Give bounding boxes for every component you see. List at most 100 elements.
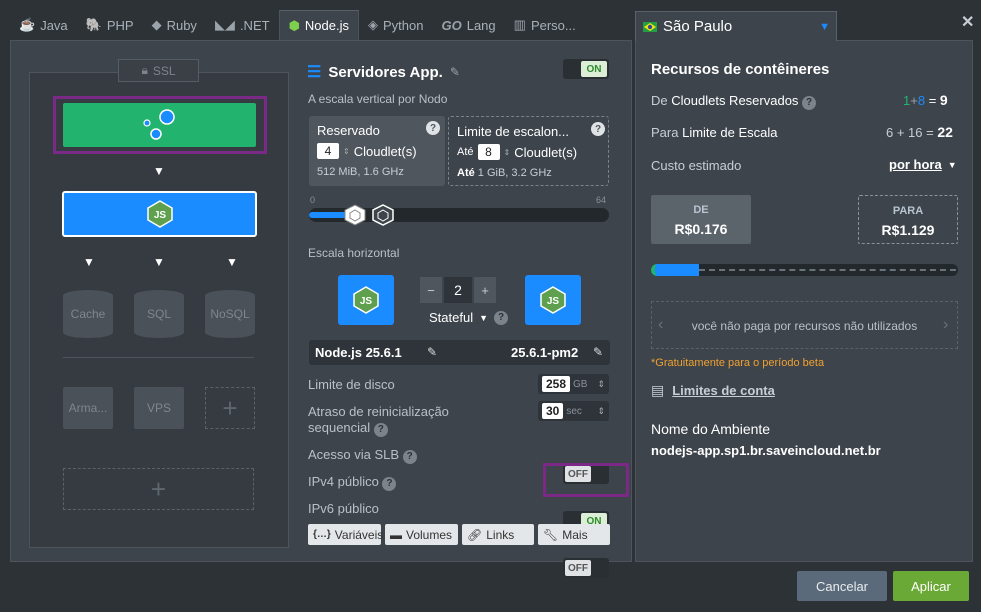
account-limits-link[interactable]: ▤ Limites de conta [651, 382, 775, 399]
link-icon: 🔗︎ [467, 527, 483, 542]
chevron-right-icon[interactable]: › [943, 316, 948, 334]
arrow-down-icon: ▼ [226, 255, 238, 269]
braces-icon: {…} [313, 529, 331, 540]
reserved-handle[interactable] [343, 204, 367, 229]
layer-toggle[interactable]: ON [563, 59, 609, 79]
edit-icon[interactable]: ✎ [427, 345, 437, 359]
stepper-icon[interactable]: ⇕ [597, 379, 605, 390]
stepper-icon[interactable]: ⇕ [504, 148, 511, 157]
cost-note-box: ‹ você não paga por recursos não utiliza… [651, 301, 958, 349]
engine-row: Node.js 25.6.1 ✎ 25.6.1-pm2 ✎ [309, 340, 610, 365]
tab-ruby[interactable]: ◆ Ruby [143, 10, 206, 40]
cost-from-box: DE R$0.176 [651, 195, 751, 244]
disk-limit-label: Limite de disco [308, 377, 395, 392]
cancel-button[interactable]: Cancelar [797, 571, 887, 601]
help-icon[interactable]: ? [802, 95, 817, 110]
links-button[interactable]: 🔗︎ Links [462, 524, 534, 545]
reserved-cloudlets-input[interactable]: 4 [317, 143, 339, 159]
stepper-icon[interactable]: ⇕ [343, 147, 350, 156]
add-node-button[interactable]: + [205, 387, 255, 429]
svg-text:JS: JS [547, 296, 560, 307]
plus-icon: + [222, 392, 238, 423]
sql-node[interactable]: SQL [134, 290, 184, 338]
scaling-limit-label: Para Limite de Escala [651, 125, 778, 140]
stepper-icon[interactable]: ⇕ [597, 406, 605, 417]
arrow-down-icon: ▼ [153, 164, 165, 178]
help-icon[interactable]: ? [373, 423, 388, 437]
more-button[interactable]: 🔧︎ Mais [538, 524, 610, 545]
engine-version: Node.js 25.6.1 [315, 345, 402, 360]
ipv6-toggle[interactable]: OFF [563, 558, 609, 578]
node-instance[interactable]: JS [525, 275, 581, 325]
vps-node[interactable]: VPS [134, 387, 184, 429]
svg-text:JS: JS [360, 296, 373, 307]
env-name-value: nodejs-app.sp1.br.saveincloud.net.br [651, 443, 881, 458]
env-name-label: Nome do Ambiente [651, 421, 771, 437]
folder-icon: ▬ [390, 527, 402, 542]
help-icon[interactable]: ? [494, 310, 509, 325]
lock-icon: 🔒︎ [141, 63, 148, 77]
wrench-icon: 🔧︎ [543, 527, 559, 542]
tab-python[interactable]: ◈ Python [359, 10, 432, 40]
python-icon: ◈ [368, 17, 378, 32]
balancer-layer[interactable] [63, 103, 256, 147]
volumes-button[interactable]: ▬ Volumes [385, 524, 458, 545]
edit-icon[interactable]: ✎ [593, 345, 603, 359]
restart-delay-input[interactable]: 30 [542, 403, 564, 419]
limit-handle[interactable] [371, 204, 395, 229]
arrow-down-icon: ▼ [153, 255, 165, 269]
help-icon[interactable]: ? [402, 449, 417, 464]
mode-dropdown[interactable]: Stateful ▼ ? [429, 310, 509, 325]
go-icon: GO [441, 17, 462, 33]
caret-down-icon: ▼ [479, 312, 489, 323]
edit-icon[interactable]: ✎ [450, 65, 460, 79]
cost-period-dropdown[interactable]: por hora ▼ [889, 157, 957, 172]
tab-php[interactable]: 🐘 PHP [77, 10, 143, 40]
bubbles-icon [143, 109, 175, 140]
storage-node[interactable]: Arma... [63, 387, 113, 429]
dotnet-icon: ◣◢ [214, 17, 235, 32]
ipv4-label: IPv4 público ? [308, 474, 397, 491]
nodejs-icon: JS [146, 200, 173, 228]
limit-cloudlets-input[interactable]: 8 [477, 144, 500, 160]
ipv4-highlight [543, 463, 629, 497]
scaling-limit-box: Limite de escalon... ? Até 8 ⇕ Cloudlet(… [448, 116, 609, 186]
slb-label: Acesso via SLB ? [308, 447, 417, 464]
tab-go[interactable]: GO Lang [432, 10, 504, 40]
section-title: Servidores App. [328, 63, 443, 81]
hexagon-handle-icon [344, 204, 366, 226]
disk-limit-field: 258 GB ⇕ [538, 374, 609, 394]
menu-icon: ☰ [307, 64, 322, 81]
node-instance[interactable]: JS [338, 275, 394, 325]
cost-range-fill [651, 264, 699, 276]
java-icon: ☕ [19, 17, 36, 32]
divider [63, 357, 254, 358]
brazil-flag-icon [643, 21, 657, 32]
cost-to-value: R$1.129 [881, 222, 935, 238]
tab-nodejs[interactable]: ⬢ Node.js [278, 10, 359, 40]
ssl-button[interactable]: 🔒︎ SSL [118, 59, 199, 82]
help-icon[interactable]: ? [426, 121, 440, 135]
nodejs-icon: JS [540, 286, 566, 314]
help-icon[interactable]: ? [382, 476, 397, 491]
nodejs-layer[interactable]: JS [62, 191, 257, 237]
node-count-stepper: − 2 + [420, 277, 496, 303]
cache-node[interactable]: Cache [63, 290, 113, 338]
add-layer-button[interactable]: + [63, 468, 254, 510]
caret-down-icon: ▼ [819, 20, 830, 33]
increment-button[interactable]: + [474, 277, 496, 303]
decrement-button[interactable]: − [420, 277, 442, 303]
tab-custom[interactable]: ▥ Perso... [505, 10, 585, 40]
tab-dotnet[interactable]: ◣◢ .NET [206, 10, 279, 40]
variables-button[interactable]: {…} Variáveis [308, 524, 383, 545]
close-icon[interactable]: ✕ [961, 12, 974, 32]
cost-from-value: R$0.176 [674, 221, 728, 237]
caret-down-icon: ▼ [947, 159, 957, 170]
apply-button[interactable]: Aplicar [893, 571, 969, 601]
tab-java[interactable]: ☕ Java [10, 10, 77, 40]
region-selector[interactable]: São Paulo ▼ [635, 11, 837, 41]
node-count-input[interactable]: 2 [444, 277, 472, 303]
help-icon[interactable]: ? [591, 122, 605, 136]
disk-limit-input[interactable]: 258 [542, 376, 571, 392]
nosql-node[interactable]: NoSQL [205, 290, 255, 338]
